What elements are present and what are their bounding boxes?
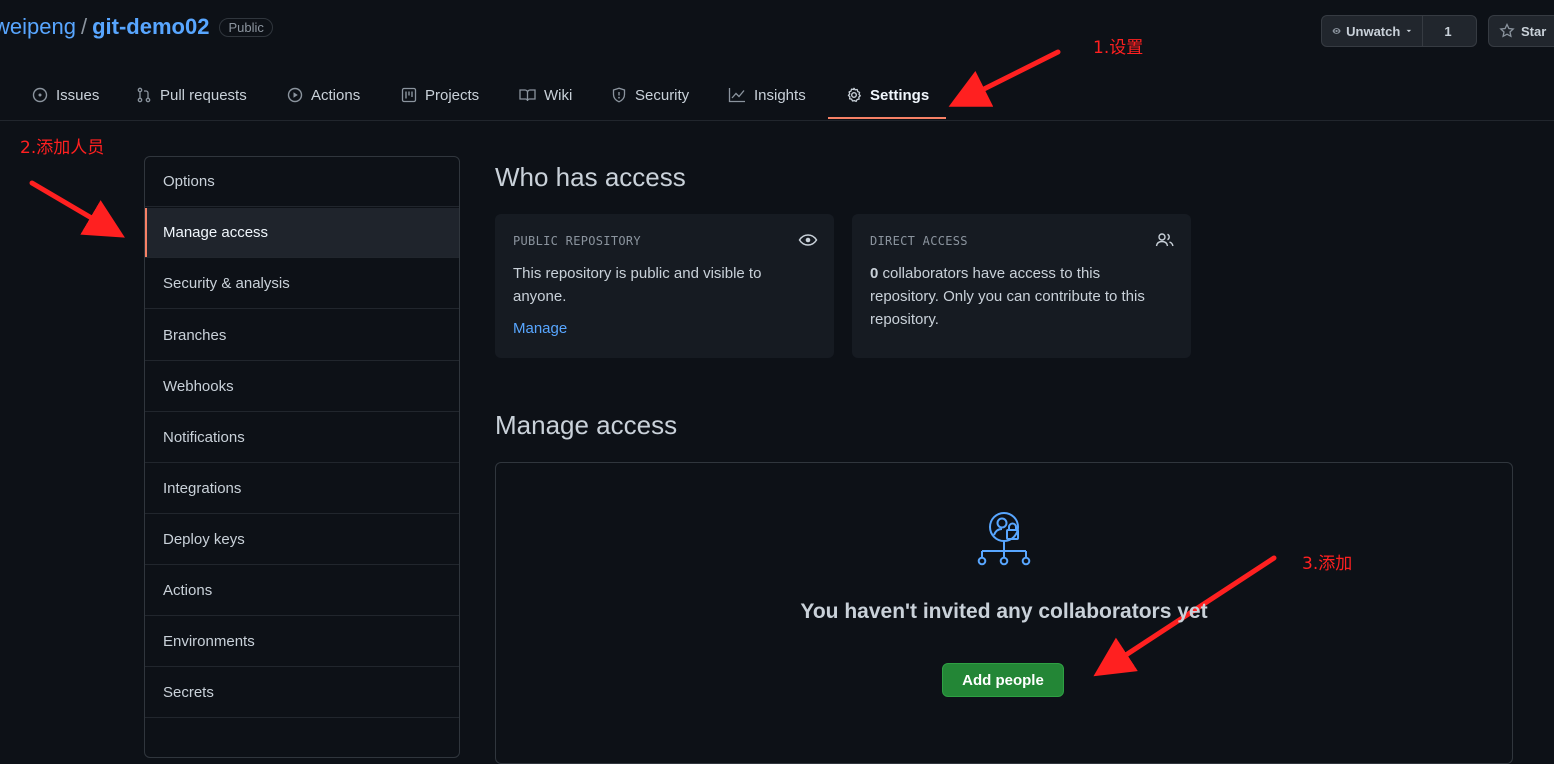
- star-icon: [1499, 23, 1515, 38]
- public-repository-card: PUBLIC REPOSITORY This repository is pub…: [495, 214, 834, 358]
- sidebar-item-actions[interactable]: Actions: [145, 566, 459, 616]
- sidebar-item-integrations[interactable]: Integrations: [145, 464, 459, 514]
- repo-owner-link[interactable]: weipeng: [0, 14, 76, 40]
- eye-icon: [798, 232, 818, 253]
- sidebar-item-environments[interactable]: Environments: [145, 617, 459, 667]
- active-tab-indicator: [828, 117, 946, 119]
- project-icon: [401, 87, 417, 103]
- person-lock-icon: [974, 511, 1034, 576]
- manage-access-heading: Manage access: [495, 410, 678, 440]
- gear-icon: [847, 87, 861, 103]
- watch-button-group: Unwatch 1: [1321, 15, 1477, 47]
- sidebar-item-manage-access[interactable]: Manage access: [145, 208, 459, 258]
- people-icon: [1155, 232, 1175, 253]
- direct-access-label: DIRECT ACCESS: [870, 234, 968, 248]
- tab-settings-label: Settings: [870, 86, 930, 104]
- manage-visibility-link[interactable]: Manage: [513, 320, 567, 337]
- tab-issues[interactable]: Issues: [32, 72, 99, 118]
- star-button[interactable]: Star: [1488, 15, 1554, 47]
- sidebar-item-deploy-keys[interactable]: Deploy keys: [145, 515, 459, 565]
- sidebar-item-options[interactable]: Options: [145, 157, 459, 207]
- direct-access-text: 0 collaborators have access to this repo…: [870, 262, 1160, 331]
- direct-access-description: collaborators have access to this reposi…: [870, 265, 1145, 328]
- tab-wiki[interactable]: Wiki: [519, 72, 572, 118]
- eye-icon: [1332, 28, 1341, 34]
- sidebar-item-webhooks[interactable]: Webhooks: [145, 362, 459, 412]
- book-icon: [519, 89, 536, 102]
- shield-icon: [612, 87, 626, 103]
- graph-icon: [728, 88, 745, 103]
- settings-sidebar: Options Manage access Security & analysi…: [144, 156, 460, 758]
- public-repository-text: This repository is public and visible to…: [513, 265, 762, 305]
- annotation-step2: 2.添加人员: [20, 138, 105, 158]
- sidebar-item-notifications[interactable]: Notifications: [145, 413, 459, 463]
- tab-pull-requests[interactable]: Pull requests: [136, 72, 247, 118]
- repo-tab-bar: Issues Pull requests Actions Projects Wi…: [0, 72, 1554, 121]
- who-has-access-heading: Who has access: [495, 162, 686, 192]
- unwatch-label: Unwatch: [1346, 23, 1401, 39]
- tab-security-label: Security: [635, 86, 690, 104]
- no-collaborators-message: You haven't invited any collaborators ye…: [800, 600, 1208, 623]
- repo-title: weipeng / git-demo02 Public: [0, 14, 273, 40]
- arrow-to-manage-access: [29, 180, 125, 238]
- visibility-badge: Public: [219, 17, 273, 37]
- tab-security[interactable]: Security: [611, 72, 689, 118]
- collaborators-blankslate: You haven't invited any collaborators ye…: [495, 462, 1513, 764]
- sidebar-item-security-analysis[interactable]: Security & analysis: [145, 259, 459, 309]
- tab-issues-label: Issues: [56, 86, 100, 104]
- tab-settings[interactable]: Settings: [846, 72, 929, 118]
- direct-access-card: DIRECT ACCESS 0 collaborators have acces…: [852, 214, 1191, 358]
- tab-insights-label: Insights: [754, 86, 806, 104]
- caret-down-icon: [1406, 29, 1412, 33]
- tab-insights[interactable]: Insights: [728, 72, 806, 118]
- repo-name-link[interactable]: git-demo02: [92, 14, 209, 40]
- play-icon: [287, 87, 303, 103]
- watch-count-value: 1: [1444, 23, 1452, 39]
- unwatch-button[interactable]: Unwatch: [1322, 16, 1422, 46]
- tab-pull-requests-label: Pull requests: [160, 86, 247, 104]
- tab-actions[interactable]: Actions: [287, 72, 360, 118]
- issue-icon: [32, 87, 48, 103]
- star-label: Star: [1521, 23, 1547, 39]
- tab-wiki-label: Wiki: [544, 86, 573, 104]
- annotation-step1: 1.设置: [1093, 38, 1144, 58]
- repo-separator: /: [80, 14, 88, 39]
- tab-actions-label: Actions: [311, 86, 361, 104]
- watchers-count[interactable]: 1: [1422, 16, 1473, 46]
- sidebar-item-secrets[interactable]: Secrets: [145, 668, 459, 718]
- add-people-button[interactable]: Add people: [942, 663, 1064, 697]
- tab-projects[interactable]: Projects: [401, 72, 479, 118]
- tab-projects-label: Projects: [425, 86, 480, 104]
- pull-request-icon: [137, 87, 151, 103]
- public-repository-label: PUBLIC REPOSITORY: [513, 234, 641, 248]
- sidebar-item-branches[interactable]: Branches: [145, 311, 459, 361]
